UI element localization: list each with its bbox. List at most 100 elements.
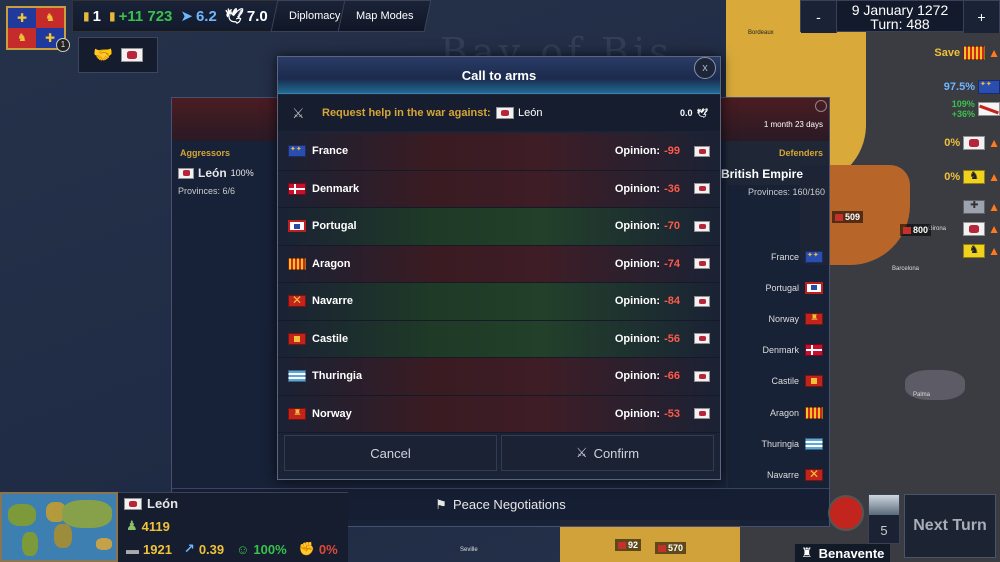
leon-flag-icon	[694, 220, 710, 232]
army-stack[interactable]: 570	[655, 542, 687, 554]
country-name[interactable]: León	[124, 496, 178, 511]
country-row[interactable]: Denmark Opinion: -36	[278, 170, 720, 208]
aragon-flag-icon	[288, 257, 306, 270]
map-city-label: Palma	[913, 392, 931, 398]
turns-indicator[interactable]: 5	[868, 494, 900, 544]
country-row[interactable]: Navarre Opinion:-84	[278, 283, 720, 321]
leon-flag-icon	[694, 295, 710, 307]
lion-icon: ♞	[8, 28, 36, 48]
yellow-flag-icon	[963, 244, 986, 258]
next-turn-button[interactable]: Next Turn	[904, 494, 996, 558]
map-city-label: Barcelona	[892, 266, 920, 272]
alliance-indicator[interactable]: 🤝	[78, 37, 158, 73]
save-row[interactable]: Save ▲	[930, 42, 1000, 64]
defender-provinces: Provinces: 160/160	[747, 187, 825, 197]
request-row: ⚔ Request help in the war against: León …	[278, 95, 720, 131]
war-row[interactable]: ▲	[930, 218, 1000, 240]
map-modes-button[interactable]: Map Modes	[337, 0, 432, 32]
army-row: ♟ 4119	[126, 518, 170, 534]
right-side-panel: Save ▲ 97.5% 109%+36% 0% ▲ 0% ▲ ▲ ▲ ▲	[930, 42, 1000, 262]
aragon-flag-icon	[963, 46, 986, 60]
defender-item[interactable]: France	[761, 241, 823, 272]
leon-flag-icon	[963, 136, 986, 150]
minimap[interactable]	[0, 492, 118, 562]
progress-pie-icon[interactable]	[828, 495, 864, 531]
stability-stat[interactable]: ☺ 100%	[236, 542, 287, 557]
opinion: Opinion: -53	[615, 408, 710, 420]
selected-city[interactable]: ♜ Benavente	[795, 544, 891, 562]
close-icon[interactable]	[815, 100, 827, 112]
speed-up-button[interactable]: +	[963, 1, 999, 33]
defender-item[interactable]: Aragon	[761, 397, 823, 428]
castile-flag-icon	[288, 332, 306, 345]
turn-counter: Turn: 488	[870, 16, 930, 32]
dove-icon: 🕊	[224, 8, 244, 25]
defender-item[interactable]: Navarre	[761, 459, 823, 490]
dialog-title: Call to arms	[278, 57, 720, 94]
white-flag-icon: ⚑	[435, 496, 447, 512]
army-stack[interactable]: 509	[832, 211, 864, 223]
grey-flag-icon	[963, 200, 986, 214]
crossed-swords-icon: ⚔	[575, 445, 588, 460]
country-row[interactable]: Thuringia Opinion: -66	[278, 358, 720, 396]
gold-stat[interactable]: ▬ 1921	[126, 542, 172, 557]
aggressor-provinces: Provinces: 6/6	[178, 186, 236, 196]
country-row[interactable]: France Opinion:-99	[278, 133, 720, 171]
resource-income[interactable]: ▮ +11 723	[109, 8, 172, 25]
close-icon[interactable]: x	[694, 57, 716, 79]
army-stack[interactable]: 92	[615, 539, 642, 551]
leon-flag-icon	[694, 258, 710, 270]
resource-coins[interactable]: ▮ 1	[83, 8, 101, 25]
country-name: Denmark	[312, 182, 360, 195]
resource-movement[interactable]: ➤ 6.2	[180, 7, 216, 26]
war-row[interactable]: ▲	[930, 196, 1000, 218]
lion-icon: ♞	[36, 8, 64, 28]
country-name: Thuringia	[312, 370, 363, 383]
defender-item[interactable]: Denmark	[761, 335, 823, 366]
war-row[interactable]: 0% ▲	[930, 166, 1000, 188]
confirm-button[interactable]: ⚔ Confirm	[501, 435, 714, 471]
fleur-icon: ✚	[8, 8, 36, 28]
country-row[interactable]: Norway Opinion:-53	[278, 395, 720, 433]
unrest-stat[interactable]: ✊ 0%	[299, 541, 338, 557]
speed-down-button[interactable]: -	[801, 1, 837, 33]
defender-item[interactable]: Thuringia	[761, 428, 823, 459]
war-row[interactable]: 0% ▲	[930, 132, 1000, 154]
cancel-button[interactable]: Cancel	[284, 435, 497, 471]
arrow-icon: ➤	[180, 8, 193, 25]
crossed-swords-icon: ⚔	[292, 104, 305, 121]
notification-badge: 1	[56, 38, 70, 52]
soldier-icon: ♟	[126, 518, 138, 533]
leon-flag-icon	[496, 107, 514, 119]
france-flag-icon	[288, 145, 306, 158]
country-name: Navarre	[312, 295, 353, 308]
army-stat[interactable]: ♟ 4119	[126, 518, 170, 534]
yellow-flag-icon	[963, 170, 986, 184]
flame-icon: ▲	[988, 222, 1000, 236]
chest-icon: ▬	[126, 541, 139, 557]
country-row[interactable]: Castile Opinion: -56	[278, 320, 720, 358]
war-row[interactable]: ▲	[930, 240, 1000, 262]
defender-name[interactable]: British Empire	[721, 167, 803, 181]
war-duration: 1 month 23 days	[763, 120, 823, 129]
opinion: Opinion: -70	[615, 220, 710, 232]
aggressor-entry[interactable]: León 100%	[178, 166, 254, 180]
resource-bar: ▮ 1 ▮ +11 723 ➤ 6.2 🕊 7.0	[72, 0, 279, 32]
castle-icon: ♜	[801, 545, 813, 560]
country-name: Aragon	[312, 257, 351, 270]
country-row[interactable]: Aragon Opinion: -74	[278, 245, 720, 283]
growth-stat[interactable]: ↗ 0.39	[184, 541, 224, 557]
request-label: Request help in the war against:	[322, 107, 491, 119]
defenders-label: Defenders	[778, 148, 823, 158]
resource-diplomacy[interactable]: 🕊 7.0	[224, 7, 268, 26]
flame-icon: ▲	[988, 244, 1000, 258]
defender-item[interactable]: Castile	[761, 366, 823, 397]
leon-flag-icon	[694, 145, 710, 157]
country-row[interactable]: Portugal Opinion: -70	[278, 208, 720, 246]
defender-item[interactable]: Portugal	[761, 272, 823, 303]
economy-row: ▬ 1921 ↗ 0.39 ☺ 100% ✊ 0%	[126, 541, 338, 557]
country-name: Portugal	[312, 220, 357, 233]
denmark-flag-icon	[288, 182, 306, 195]
army-stack[interactable]: 800	[900, 224, 932, 236]
defender-item[interactable]: Norway	[761, 303, 823, 334]
